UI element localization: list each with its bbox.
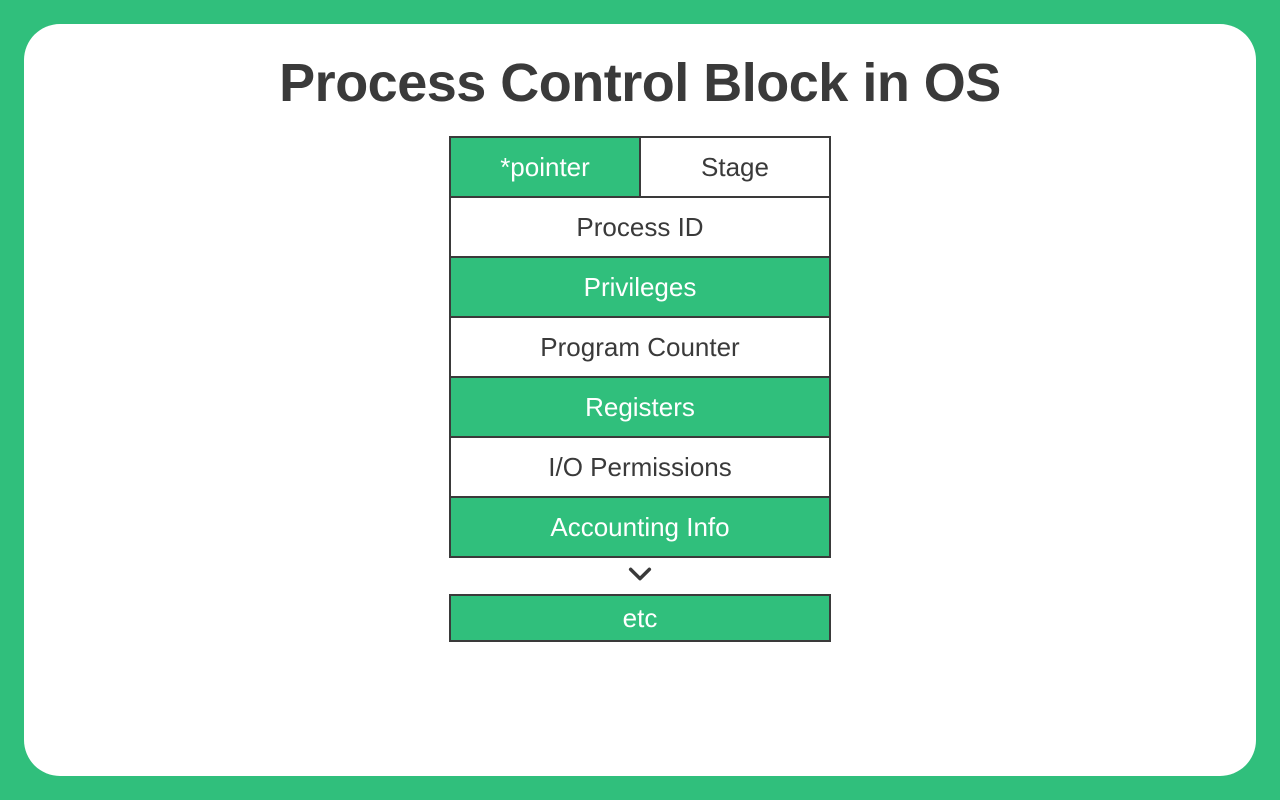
chevron-down-icon <box>626 560 654 588</box>
pcb-row-split: *pointer Stage <box>449 136 831 198</box>
pcb-cell-stage: Stage <box>639 136 831 198</box>
diagram-card: Process Control Block in OS *pointer Sta… <box>24 24 1256 776</box>
pcb-cell-etc: etc <box>449 594 831 642</box>
pcb-cell-io-permissions: I/O Permissions <box>449 436 831 498</box>
pcb-cell-accounting-info: Accounting Info <box>449 496 831 558</box>
pcb-cell-registers: Registers <box>449 376 831 438</box>
diagram-title: Process Control Block in OS <box>279 52 1001 114</box>
pcb-cell-pointer: *pointer <box>449 136 641 198</box>
pcb-stack: *pointer Stage Process ID Privileges Pro… <box>449 136 831 642</box>
pcb-cell-process-id: Process ID <box>449 196 831 258</box>
pcb-cell-program-counter: Program Counter <box>449 316 831 378</box>
pcb-cell-privileges: Privileges <box>449 256 831 318</box>
